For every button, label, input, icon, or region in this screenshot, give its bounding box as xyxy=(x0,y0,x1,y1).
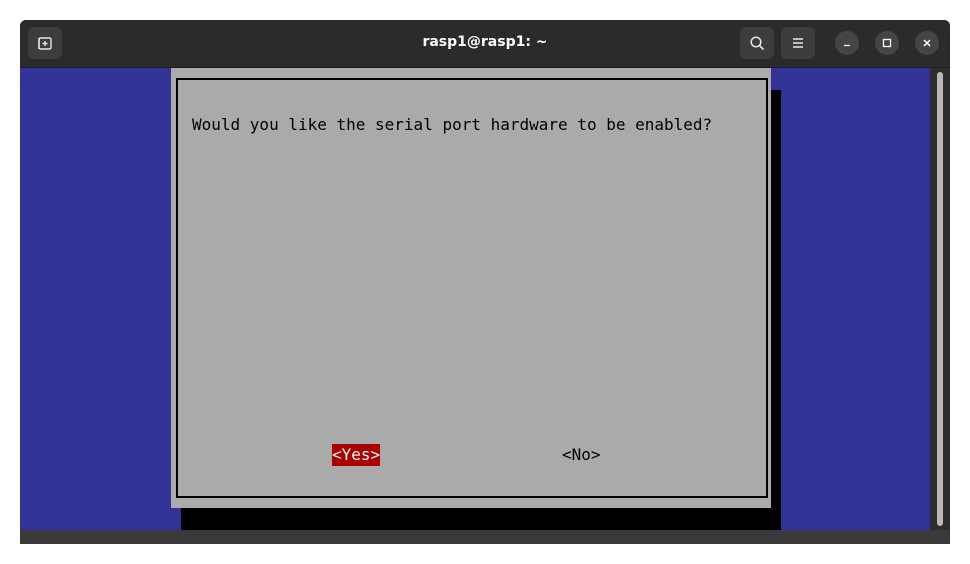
search-button[interactable] xyxy=(740,27,774,59)
maximize-icon xyxy=(882,38,892,48)
terminal-window: rasp1@rasp1: ~ Would you like the serial… xyxy=(20,20,950,544)
close-icon xyxy=(923,39,931,47)
window-bottom-edge xyxy=(20,530,950,544)
no-button[interactable]: <No> xyxy=(562,444,601,466)
dialog-question: Would you like the serial port hardware … xyxy=(192,115,713,134)
yes-button[interactable]: <Yes> xyxy=(332,444,381,466)
title-bar[interactable]: rasp1@rasp1: ~ xyxy=(20,20,950,68)
minimize-icon xyxy=(844,44,850,47)
scrollbar-thumb[interactable] xyxy=(937,72,943,526)
dialog-box: Would you like the serial port hardware … xyxy=(171,68,771,508)
minimize-button[interactable] xyxy=(835,31,859,55)
close-button[interactable] xyxy=(915,31,939,55)
menu-button[interactable] xyxy=(781,27,815,59)
scrollbar[interactable] xyxy=(930,68,950,530)
hamburger-menu-icon xyxy=(793,38,803,48)
search-icon xyxy=(750,36,764,50)
terminal-area[interactable]: Would you like the serial port hardware … xyxy=(20,68,930,530)
dialog-frame: Would you like the serial port hardware … xyxy=(176,78,768,498)
maximize-button[interactable] xyxy=(875,31,899,55)
